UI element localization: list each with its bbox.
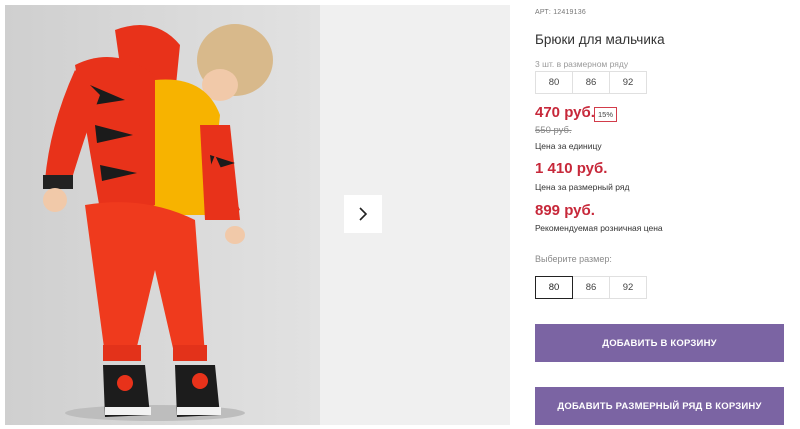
child-in-tiger-suit-image [5,5,320,425]
size-select-label: Выберите размер: [535,254,612,264]
unit-price: 470 руб. [535,104,595,121]
range-price: 1 410 руб. [535,160,608,177]
size-option-92[interactable]: 92 [609,276,647,299]
product-title: Брюки для мальчика [535,32,665,47]
discount-badge: 15% [594,107,618,122]
size-selector: 80 86 92 [535,276,647,299]
size-range-list: 80 86 92 [535,71,647,94]
size-option-86[interactable]: 86 [572,276,610,299]
product-photo[interactable] [5,5,320,425]
size-range-item: 92 [609,71,647,94]
add-range-to-cart-button[interactable]: ДОБАВИТЬ РАЗМЕРНЫЙ РЯД В КОРЗИНУ [535,387,784,425]
unit-price-caption: Цена за единицу [535,141,602,151]
product-gallery [5,5,510,425]
size-range-label: 3 шт. в размерном ряду [535,59,629,69]
chevron-right-icon [359,207,368,221]
range-price-caption: Цена за размерный ряд [535,182,630,192]
next-image-button[interactable] [344,195,382,233]
retail-price-caption: Рекомендуемая розничная цена [535,223,663,233]
retail-price: 899 руб. [535,202,595,219]
add-to-cart-button[interactable]: ДОБАВИТЬ В КОРЗИНУ [535,324,784,362]
old-price: 550 руб. [535,125,572,136]
size-range-item: 86 [572,71,610,94]
size-range-item: 80 [535,71,573,94]
article-number: АРТ: 12419136 [535,9,586,16]
size-option-80[interactable]: 80 [535,276,573,299]
